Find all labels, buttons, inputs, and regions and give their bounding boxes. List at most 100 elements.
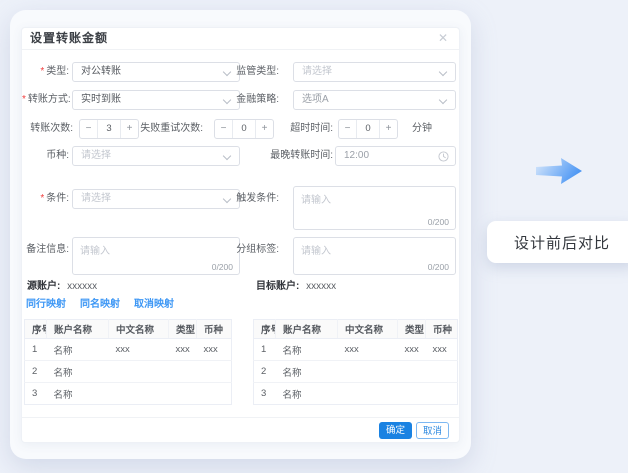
table-cell: 1 [254, 339, 276, 361]
table-cell: xxx [398, 339, 426, 361]
table-row[interactable]: 2名称 [25, 361, 232, 383]
table-header-cell: 币种 [426, 320, 458, 339]
char-counter: 0/200 [428, 262, 449, 272]
table-cell: 名称 [47, 339, 109, 361]
trigger-label: 触发条件: [208, 189, 279, 209]
table-cell: 3 [25, 383, 47, 405]
table-cell: xxx [197, 339, 232, 361]
table-header-cell: 账户名称 [47, 320, 109, 339]
cancel-button[interactable]: 取消 [416, 422, 449, 439]
currency-select[interactable]: 请选择 [72, 146, 240, 166]
minus-button[interactable]: − [80, 120, 97, 138]
regulatory-label: 监管类型: [208, 62, 279, 82]
source-account-table: 序号账户名称中文名称类型币种1名称xxxxxxxxx2名称3名称 [24, 319, 231, 405]
table-cell: 名称 [47, 361, 109, 383]
group-tag-textarea[interactable]: 请输入 0/200 [293, 237, 456, 275]
page: 设置转账金额 ✕ *类型: 对公转账 监管类型: 请选择 *转账方式: 实时到账… [0, 0, 628, 473]
account-table: 序号账户名称中文名称类型币种1名称xxxxxxxxx2名称3名称 [24, 319, 232, 405]
trigger-textarea[interactable]: 请输入 0/200 [293, 186, 456, 230]
table-cell [169, 361, 197, 383]
table-cell: 3 [254, 383, 276, 405]
account-table: 序号账户名称中文名称类型币种1名称xxxxxxxxx2名称3名称 [253, 319, 458, 405]
dialog-title: 设置转账金额 [30, 28, 108, 49]
table-cell [398, 383, 426, 405]
char-counter: 0/200 [212, 262, 233, 272]
table-row[interactable]: 1名称xxxxxxxxx [25, 339, 232, 361]
remark-label: 备注信息: [22, 240, 69, 260]
table-cell [338, 361, 398, 383]
latest-time-input[interactable]: 12:00 [335, 146, 456, 166]
transfer-count-stepper: − 3 + [79, 119, 139, 139]
table-cell [197, 361, 232, 383]
minus-button[interactable]: − [215, 120, 232, 138]
table-cell: xxx [338, 339, 398, 361]
table-cell: 名称 [47, 383, 109, 405]
table-cell: 名称 [276, 361, 338, 383]
table-cell: 名称 [276, 383, 338, 405]
plus-button[interactable]: + [380, 120, 397, 138]
table-cell [109, 383, 169, 405]
table-cell: 2 [25, 361, 47, 383]
target-account-table: 序号账户名称中文名称类型币种1名称xxxxxxxxx2名称3名称 [253, 319, 457, 405]
table-row[interactable]: 3名称 [254, 383, 458, 405]
table-row[interactable]: 3名称 [25, 383, 232, 405]
transfer-count-label: 转账次数: [22, 119, 73, 139]
table-cell: 1 [25, 339, 47, 361]
required-asterisk: * [40, 193, 44, 204]
table-header-cell: 中文名称 [109, 320, 169, 339]
table-cell [398, 361, 426, 383]
retry-count-label: 失败重试次数: [134, 119, 203, 139]
source-account: 源账户: xxxxxx [27, 280, 97, 294]
table-cell [197, 383, 232, 405]
table-cell [169, 383, 197, 405]
transfer-settings-dialog: 设置转账金额 ✕ *类型: 对公转账 监管类型: 请选择 *转账方式: 实时到账… [21, 27, 460, 443]
currency-label: 币种: [22, 146, 69, 166]
retry-count-value[interactable]: 0 [232, 120, 256, 138]
table-header-row: 序号账户名称中文名称类型币种 [25, 320, 232, 339]
chevron-down-icon [439, 96, 447, 104]
arrow-right-icon [536, 157, 582, 185]
table-cell: 2 [254, 361, 276, 383]
timeout-label: 超时时间: [270, 119, 333, 139]
timeout-stepper: − 0 + [338, 119, 398, 139]
same-name-mapping-link[interactable]: 同名映射 [80, 298, 120, 312]
table-cell: xxx [169, 339, 197, 361]
transfer-count-value[interactable]: 3 [97, 120, 121, 138]
cancel-mapping-link[interactable]: 取消映射 [134, 298, 174, 312]
table-header-cell: 类型 [398, 320, 426, 339]
annotation-card: 设计前后对比 [487, 221, 628, 263]
group-tag-label: 分组标签: [208, 240, 279, 260]
table-row[interactable]: 1名称xxxxxxxxx [254, 339, 458, 361]
required-asterisk: * [40, 66, 44, 77]
same-bank-mapping-link[interactable]: 同行映射 [26, 298, 66, 312]
table-row[interactable]: 2名称 [254, 361, 458, 383]
timeout-unit: 分钟 [412, 119, 432, 139]
group-tag-placeholder: 请输入 [301, 246, 331, 257]
remark-placeholder: 请输入 [80, 246, 110, 257]
dialog-header: 设置转账金额 ✕ [22, 28, 459, 50]
table-cell: 名称 [276, 339, 338, 361]
target-account: 目标账户: xxxxxx [256, 280, 336, 294]
annotation-label: 设计前后对比 [514, 232, 610, 253]
regulatory-select[interactable]: 请选择 [293, 62, 456, 82]
table-cell [338, 383, 398, 405]
table-header-cell: 币种 [197, 320, 232, 339]
table-cell [426, 361, 458, 383]
condition-label: *条件: [22, 189, 69, 209]
required-asterisk: * [22, 94, 26, 105]
table-header-cell: 中文名称 [338, 320, 398, 339]
table-header-row: 序号账户名称中文名称类型币种 [254, 320, 458, 339]
confirm-button[interactable]: 确定 [379, 422, 412, 439]
trigger-placeholder: 请输入 [301, 195, 331, 206]
char-counter: 0/200 [428, 217, 449, 227]
finance-strategy-select[interactable]: 选项A [293, 90, 456, 110]
timeout-value[interactable]: 0 [356, 120, 380, 138]
minus-button[interactable]: − [339, 120, 356, 138]
table-cell: xxx [426, 339, 458, 361]
table-cell: xxx [109, 339, 169, 361]
finance-strategy-label: 金融策略: [208, 90, 279, 110]
latest-time-label: 最晚转账时间: [258, 146, 333, 166]
close-icon[interactable]: ✕ [438, 28, 448, 49]
mapping-links: 同行映射 同名映射 取消映射 [26, 298, 174, 312]
table-cell [426, 383, 458, 405]
